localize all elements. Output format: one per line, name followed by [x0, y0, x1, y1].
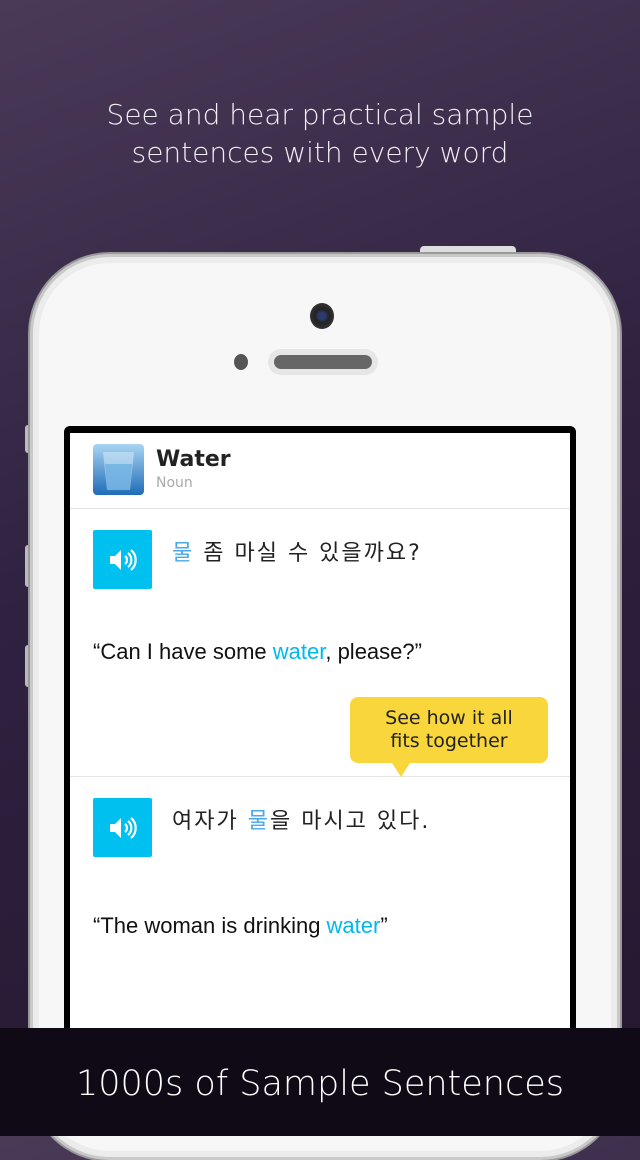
play-audio-button[interactable]: [93, 530, 152, 589]
part-of-speech: Noun: [156, 475, 193, 491]
korean-sentence: 물 좀 마실 수 있을까요?: [172, 541, 422, 566]
earpiece-speaker: [268, 349, 378, 375]
sensor: [234, 354, 248, 370]
sentence-card: 여자가 물을 마시고 있다. “The woman is drinking wa…: [70, 777, 570, 1033]
play-audio-button[interactable]: [93, 798, 152, 857]
english-translation: “Can I have some water, please?”: [93, 639, 422, 664]
korean-sentence: 여자가 물을 마시고 있다.: [172, 809, 431, 834]
headline: See and hear practical sample sentences …: [106, 98, 534, 169]
word-title: Water: [156, 447, 231, 472]
water-glass-image: [93, 444, 144, 495]
speaker-icon: [109, 548, 137, 571]
footer-banner: 1000s of Sample Sentences: [0, 1028, 640, 1136]
tooltip-callout: See how it all fits together: [350, 697, 548, 777]
word-header: Water Noun: [70, 433, 570, 509]
speaker-icon: [109, 816, 137, 839]
camera-icon: [310, 303, 334, 329]
english-translation: “The woman is drinking water”: [93, 913, 388, 938]
